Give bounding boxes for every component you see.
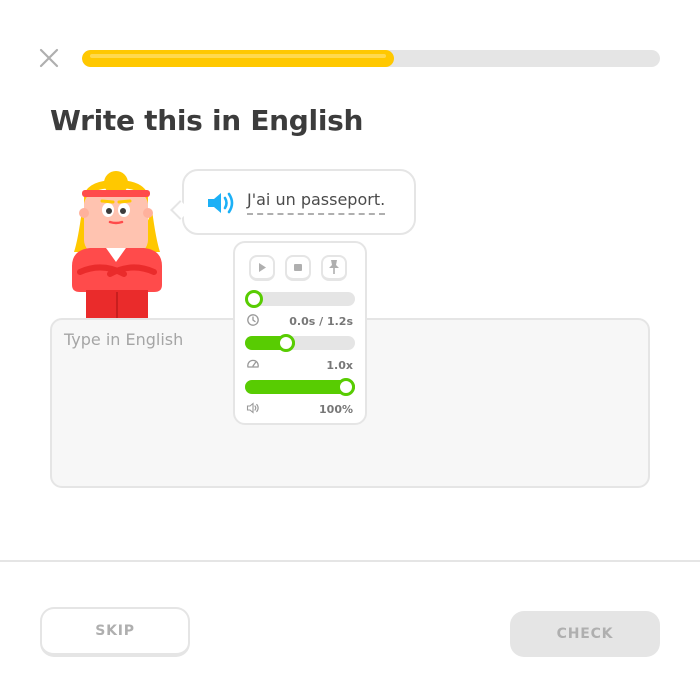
footer-divider	[0, 560, 700, 562]
prompt-sentence[interactable]: J'ai un passeport.	[247, 190, 386, 215]
speed-slider-thumb[interactable]	[277, 334, 296, 352]
close-icon	[39, 48, 59, 68]
position-slider-thumb[interactable]	[245, 290, 263, 308]
skip-button[interactable]: SKIP	[40, 607, 190, 657]
page-title: Write this in English	[50, 104, 364, 137]
volume-slider[interactable]	[245, 378, 355, 396]
pin-icon	[329, 260, 339, 274]
audio-controls-popover: 0.0s / 1.2s 1.0x 100%	[233, 241, 367, 425]
lesson-progress-bar	[82, 50, 660, 67]
volume-slider-thumb[interactable]	[337, 378, 355, 396]
pin-button[interactable]	[321, 255, 347, 281]
stop-icon	[294, 264, 302, 271]
position-slider[interactable]	[245, 290, 355, 308]
speedometer-icon	[247, 359, 259, 368]
clock-icon	[247, 314, 259, 326]
speed-value: 1.0x	[326, 359, 353, 372]
stop-button[interactable]	[285, 255, 311, 281]
character-illustration	[72, 171, 162, 318]
close-button[interactable]	[38, 47, 60, 69]
position-value: 0.0s / 1.2s	[289, 315, 353, 328]
volume-value: 100%	[319, 403, 353, 416]
speaker-icon	[208, 192, 234, 214]
speed-slider[interactable]	[245, 334, 355, 352]
play-button[interactable]	[249, 255, 275, 281]
check-button[interactable]: CHECK	[510, 611, 660, 657]
play-icon	[259, 263, 266, 272]
lesson-progress-fill	[82, 50, 395, 67]
play-audio-button[interactable]	[206, 190, 238, 216]
exercise-screen: Write this in English J'ai un passeport.…	[0, 0, 700, 700]
volume-icon	[246, 402, 259, 414]
